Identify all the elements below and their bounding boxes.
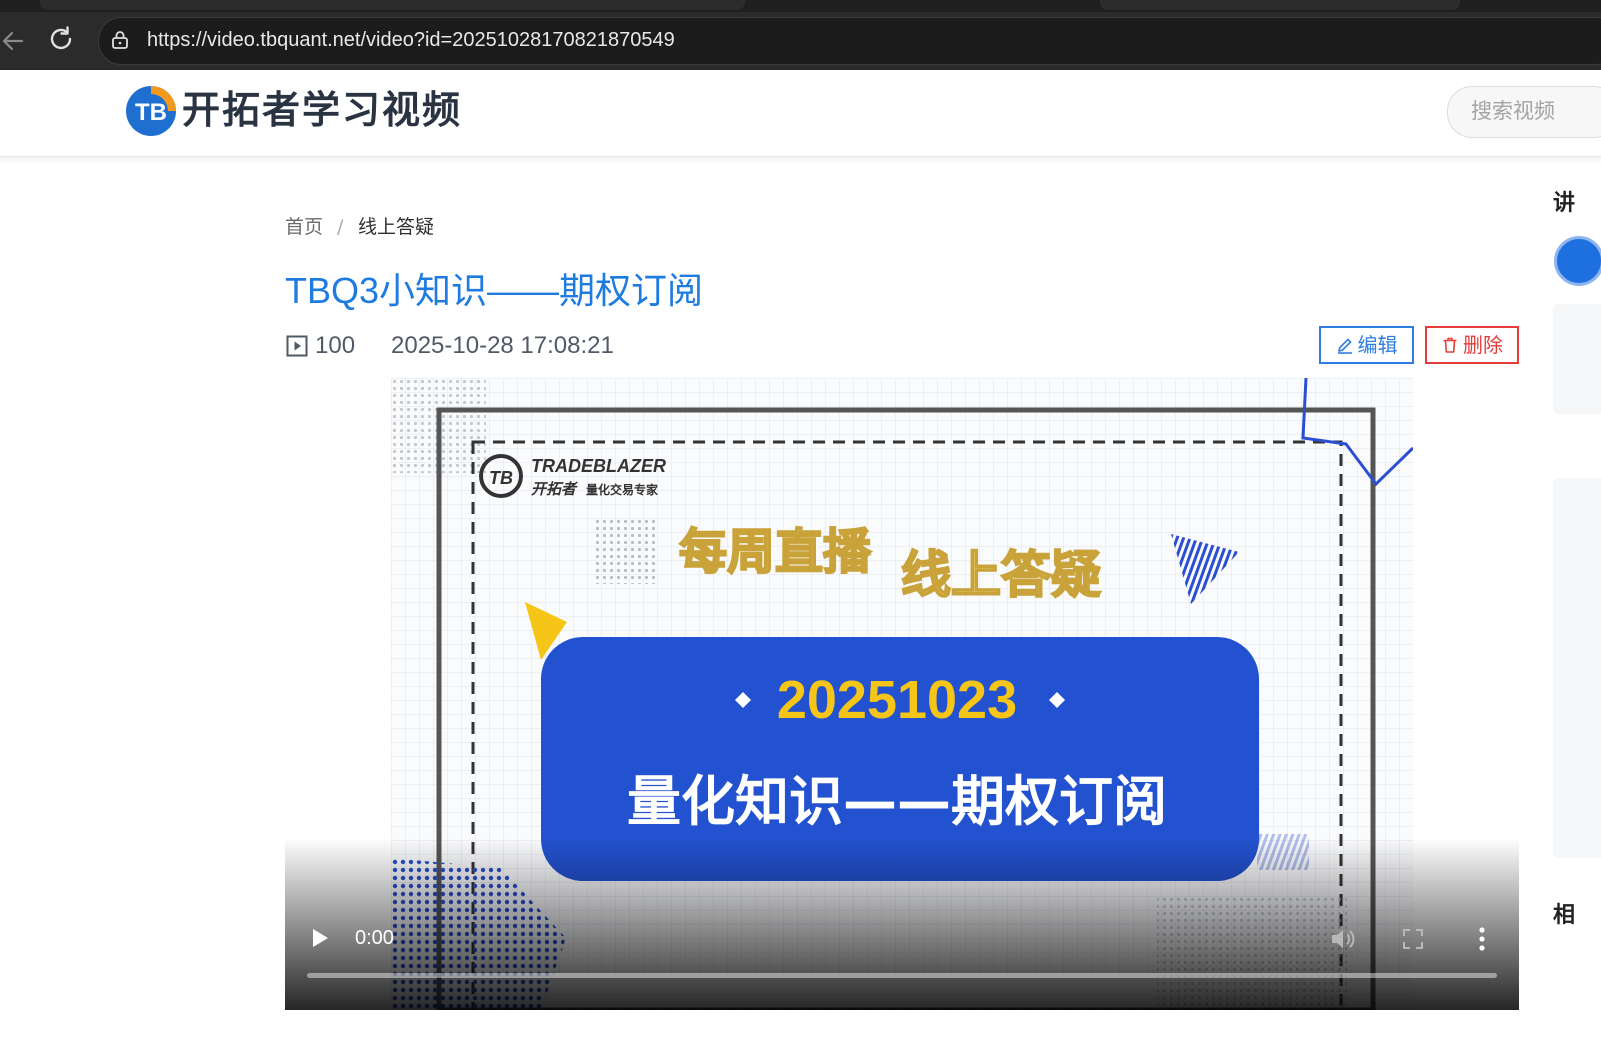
edit-label: 编辑 [1357, 333, 1398, 357]
edit-icon [1337, 338, 1352, 354]
svg-text:TB: TB [489, 468, 513, 488]
sidebar-card[interactable] [1553, 304, 1601, 414]
more-options-icon[interactable] [1475, 926, 1489, 952]
site-info-icon[interactable] [110, 30, 130, 50]
publish-date: 2025-10-28 17:08:21 [391, 332, 614, 359]
fullscreen-icon[interactable] [1402, 928, 1424, 950]
sidebar-card[interactable] [1553, 478, 1601, 858]
play-icon[interactable] [309, 926, 331, 950]
video-player[interactable]: TB TRADEBLAZER 开拓者 量化交易专家 每周直播 线上答疑 2025… [285, 378, 1519, 1010]
avatar[interactable] [1554, 236, 1601, 286]
thumb-tag-left: 每周直播 [679, 524, 872, 580]
progress-bar[interactable] [307, 973, 1497, 978]
edit-button[interactable]: 编辑 [1319, 326, 1414, 364]
trash-icon [1443, 337, 1457, 353]
browser-tab-strip [0, 0, 1601, 12]
thumb-topic: 量化知识——期权订阅 [627, 770, 1167, 833]
search-placeholder[interactable]: 搜索视频 [1471, 98, 1555, 124]
volume-icon[interactable] [1329, 926, 1357, 952]
thumb-brand: TRADEBLAZER [531, 456, 666, 476]
browser-tab[interactable] [1100, 0, 1460, 10]
back-arrow-icon[interactable] [0, 26, 26, 56]
play-count: 100 [315, 332, 356, 359]
thumb-date: 20251023 [777, 670, 1017, 730]
svg-text:TB: TB [135, 99, 167, 126]
controls-overlay [285, 838, 1519, 1010]
breadcrumb-current[interactable]: 线上答疑 [358, 215, 434, 239]
breadcrumb-home[interactable]: 首页 [285, 215, 323, 239]
reload-icon[interactable] [46, 24, 76, 54]
url-text[interactable]: https://video.tbquant.net/video?id=20251… [147, 28, 675, 52]
video-title: TBQ3小知识——期权订阅 [285, 270, 704, 311]
thumb-tag-right: 线上答疑 [901, 546, 1101, 604]
sidebar-heading: 相 [1553, 903, 1576, 928]
play-count-icon [286, 335, 308, 357]
current-time: 0:00 [355, 927, 394, 949]
thumb-brand-tag: 量化交易专家 [586, 482, 659, 497]
browser-tab[interactable] [40, 0, 745, 10]
site-logo-text[interactable]: 开拓者学习视频 [182, 85, 462, 135]
delete-label: 删除 [1463, 333, 1503, 357]
thumb-brand-cn: 开拓者 [531, 480, 578, 498]
sidebar-heading: 讲 [1553, 191, 1576, 216]
breadcrumb-separator: / [337, 216, 344, 238]
logo-icon[interactable]: TB [124, 84, 178, 138]
delete-button[interactable]: 删除 [1425, 326, 1519, 364]
